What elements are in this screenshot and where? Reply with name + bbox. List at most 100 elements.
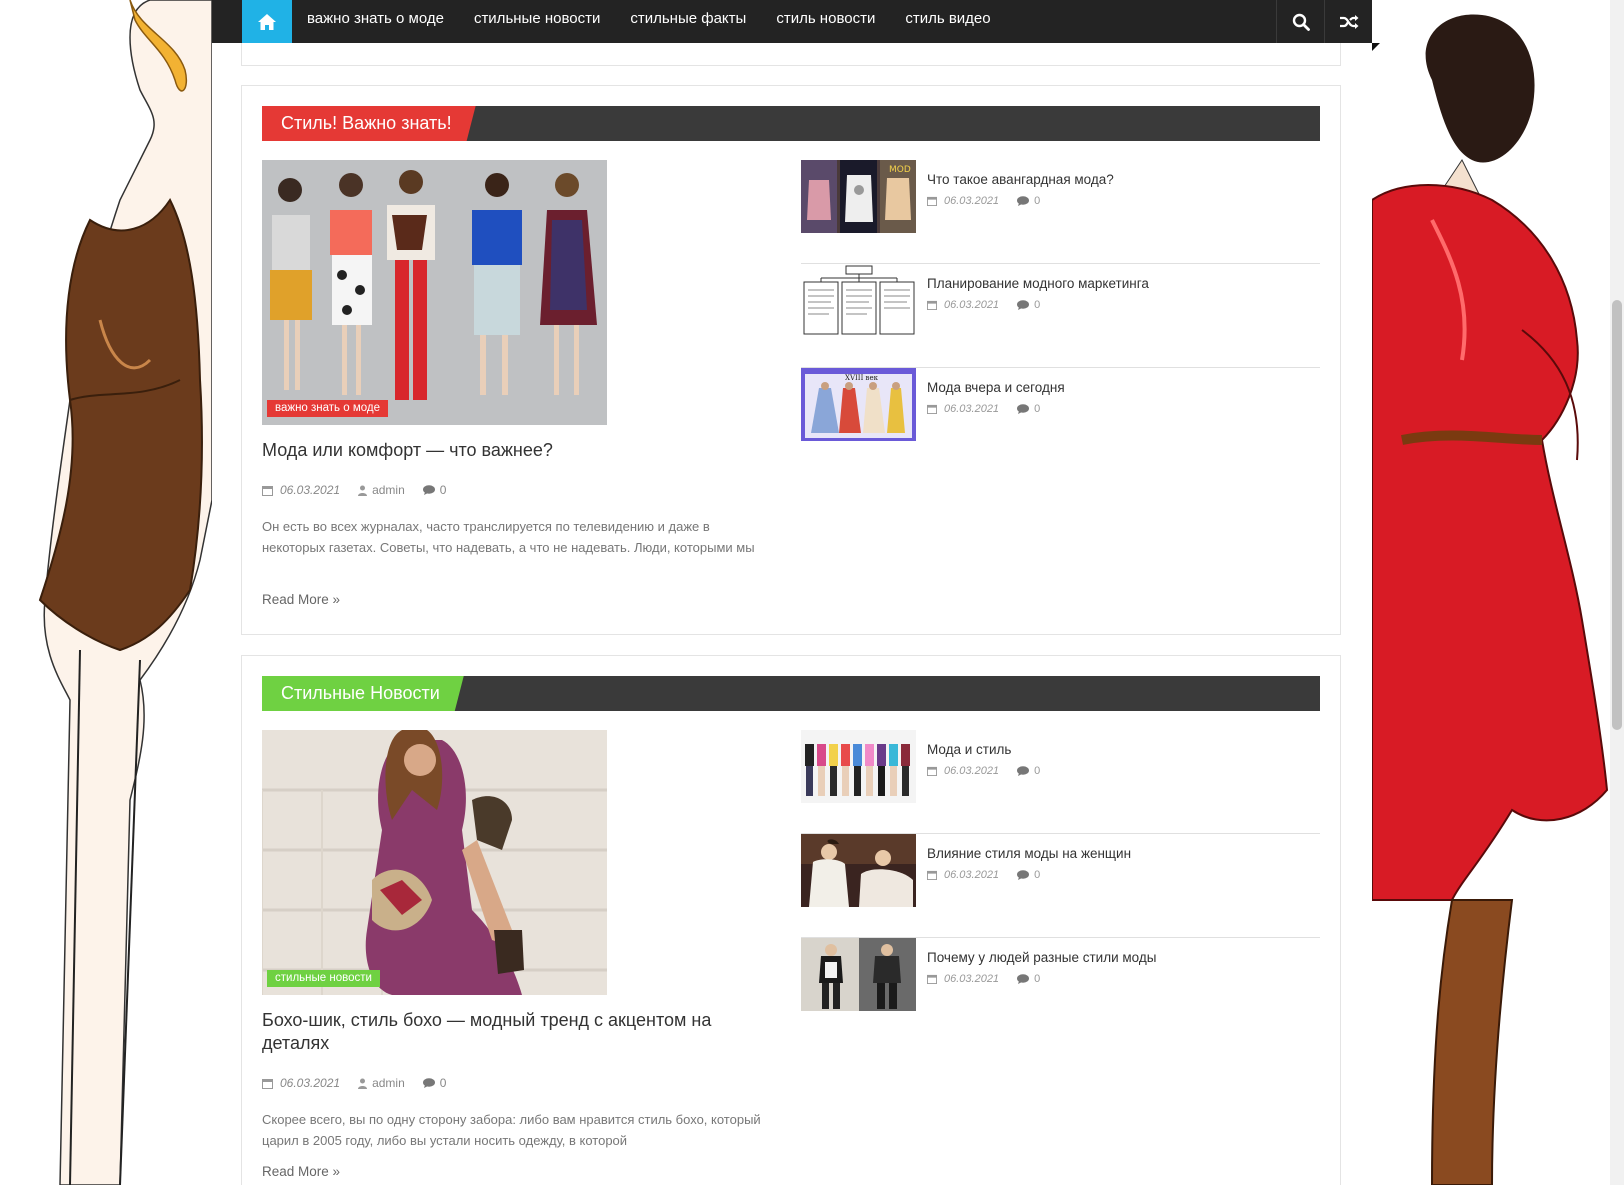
side-post-title[interactable]: Мода и стиль xyxy=(927,742,1011,757)
side-post-title[interactable]: Мода вчера и сегодня xyxy=(927,380,1065,395)
side-post-thumbnail[interactable] xyxy=(801,834,916,907)
calendar-icon xyxy=(262,1078,273,1089)
section-title[interactable]: Стиль! Важно знать! xyxy=(262,106,476,141)
svg-text:MOD: MOD xyxy=(889,165,911,175)
home-icon xyxy=(258,13,276,30)
featured-image[interactable]: важно знать о моде xyxy=(262,160,607,425)
nav-item-stylish-news[interactable]: стильные новости xyxy=(459,0,615,43)
side-post-item: Почему у людей разные стили моды 06.03.2… xyxy=(801,938,1320,1042)
read-more-link[interactable]: Read More » xyxy=(262,1164,340,1179)
page-scrollbar[interactable] xyxy=(1610,0,1624,1185)
comment-count[interactable]: 0 xyxy=(440,1076,447,1090)
comment-count[interactable]: 0 xyxy=(1034,299,1040,311)
main-content: важно знать о моде стильные новости стил… xyxy=(212,0,1380,1185)
read-more-link[interactable]: Read More » xyxy=(262,592,340,607)
random-post-button[interactable] xyxy=(1324,0,1372,43)
comment-icon xyxy=(1017,300,1030,310)
side-post-item: Мода и стиль 06.03.2021 0 xyxy=(801,730,1320,834)
side-post-meta: 06.03.2021 0 xyxy=(927,195,1040,207)
post-date[interactable]: 06.03.2021 xyxy=(944,195,999,207)
side-post-item: Влияние стиля моды на женщин 06.03.2021 … xyxy=(801,834,1320,938)
comment-count[interactable]: 0 xyxy=(1034,403,1040,415)
post-date[interactable]: 06.03.2021 xyxy=(280,483,340,497)
calendar-icon xyxy=(262,485,273,496)
side-post-meta: 06.03.2021 0 xyxy=(927,869,1040,881)
side-post-thumbnail[interactable] xyxy=(801,264,916,337)
calendar-icon xyxy=(927,196,937,206)
comment-icon xyxy=(1017,974,1030,984)
calendar-icon xyxy=(927,404,937,414)
category-badge[interactable]: стильные новости xyxy=(267,970,380,987)
post-date[interactable]: 06.03.2021 xyxy=(944,765,999,777)
nav-item-stylish-facts[interactable]: стильные факты xyxy=(615,0,761,43)
post-author[interactable]: admin xyxy=(372,1076,405,1090)
side-post-thumbnail[interactable]: XVIII век xyxy=(801,368,916,441)
featured-post-excerpt: Скорее всего, вы по одну сторону забора:… xyxy=(262,1112,761,1148)
comment-count[interactable]: 0 xyxy=(440,483,447,497)
section-stylish-news: Стильные Новости стильные новости Бохо-ш… xyxy=(241,655,1341,1185)
nav-item-style-news[interactable]: стиль новости xyxy=(761,0,890,43)
section-header: Стильные Новости xyxy=(262,676,1320,711)
side-post-title[interactable]: Влияние стиля моды на женщин xyxy=(927,846,1131,861)
side-post-meta: 06.03.2021 0 xyxy=(927,403,1040,415)
featured-post-excerpt: Он есть во всех журналах, часто транслир… xyxy=(262,519,755,555)
post-author[interactable]: admin xyxy=(372,483,405,497)
calendar-icon xyxy=(927,974,937,984)
random-icon xyxy=(1339,14,1358,29)
search-button[interactable] xyxy=(1276,0,1324,43)
calendar-icon xyxy=(927,766,937,776)
background-illustration-right xyxy=(1372,0,1624,1185)
comment-icon xyxy=(1017,196,1030,206)
nav-menu: важно знать о моде стильные новости стил… xyxy=(292,0,1006,43)
category-badge[interactable]: важно знать о моде xyxy=(267,400,388,417)
search-icon xyxy=(1292,13,1310,31)
comment-icon xyxy=(422,485,435,495)
side-post-item: MOD Что такое авангардная мода? 06.03.20… xyxy=(801,160,1320,264)
comment-count[interactable]: 0 xyxy=(1034,765,1040,777)
featured-post-title[interactable]: Мода или комфорт — что важнее? xyxy=(262,439,782,462)
featured-post-title[interactable]: Бохо-шик, стиль бохо — модный тренд с ак… xyxy=(262,1009,782,1055)
calendar-icon xyxy=(927,870,937,880)
main-navigation: важно знать о моде стильные новости стил… xyxy=(212,0,1372,43)
nav-item-fashion-important[interactable]: важно знать о моде xyxy=(292,0,459,43)
featured-image[interactable]: стильные новости xyxy=(262,730,607,995)
section-title[interactable]: Стильные Новости xyxy=(262,676,464,711)
side-post-item: Планирование модного маркетинга 06.03.20… xyxy=(801,264,1320,368)
post-date[interactable]: 06.03.2021 xyxy=(280,1076,340,1090)
nav-item-style-video[interactable]: стиль видео xyxy=(890,0,1005,43)
comment-icon xyxy=(1017,404,1030,414)
comment-count[interactable]: 0 xyxy=(1034,973,1040,985)
side-post-meta: 06.03.2021 0 xyxy=(927,765,1040,777)
side-post-thumbnail[interactable] xyxy=(801,730,916,803)
side-post-meta: 06.03.2021 0 xyxy=(927,299,1040,311)
side-post-item: XVIII век Мода вчера и сегодня 06.03.202… xyxy=(801,368,1320,472)
section-header: Стиль! Важно знать! xyxy=(262,106,1320,141)
post-date[interactable]: 06.03.2021 xyxy=(944,299,999,311)
featured-post-meta: 06.03.2021 admin 0 xyxy=(262,1076,446,1090)
calendar-icon xyxy=(927,300,937,310)
comment-icon xyxy=(422,1078,435,1088)
user-icon xyxy=(358,485,368,496)
post-date[interactable]: 06.03.2021 xyxy=(944,403,999,415)
nav-corner-decoration xyxy=(1372,43,1380,51)
home-button[interactable] xyxy=(242,0,292,43)
comment-icon xyxy=(1017,870,1030,880)
post-date[interactable]: 06.03.2021 xyxy=(944,973,999,985)
side-post-thumbnail[interactable] xyxy=(801,938,916,1011)
user-icon xyxy=(358,1078,368,1089)
comment-count[interactable]: 0 xyxy=(1034,869,1040,881)
side-post-meta: 06.03.2021 0 xyxy=(927,973,1040,985)
comment-count[interactable]: 0 xyxy=(1034,195,1040,207)
background-illustration-left xyxy=(0,0,212,1185)
comment-icon xyxy=(1017,766,1030,776)
featured-post-meta: 06.03.2021 admin 0 xyxy=(262,483,446,497)
section-fashion-important: Стиль! Важно знать! важно знать о моде М… xyxy=(241,85,1341,635)
side-post-thumbnail[interactable]: MOD xyxy=(801,160,916,233)
post-date[interactable]: 06.03.2021 xyxy=(944,869,999,881)
side-post-title[interactable]: Что такое авангардная мода? xyxy=(927,172,1114,187)
previous-section-bottom xyxy=(241,43,1341,66)
side-post-title[interactable]: Почему у людей разные стили моды xyxy=(927,950,1156,965)
side-post-title[interactable]: Планирование модного маркетинга xyxy=(927,276,1149,291)
svg-text:XVIII век: XVIII век xyxy=(845,374,879,382)
scrollbar-thumb[interactable] xyxy=(1612,300,1622,730)
